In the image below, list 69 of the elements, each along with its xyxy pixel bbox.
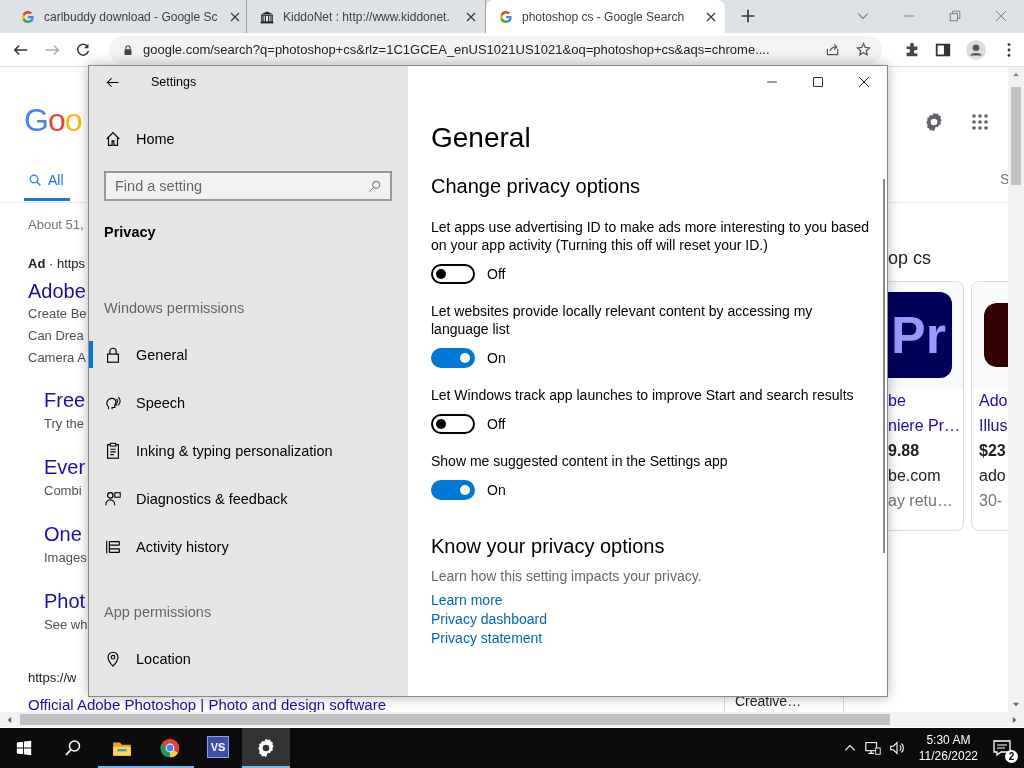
result-count: About 51, (28, 216, 84, 234)
sitelink-description: Images (44, 549, 87, 567)
product-title-link[interactable]: Ado (972, 388, 1008, 413)
sidebar-item[interactable]: Inking & typing personalization (89, 427, 408, 475)
sidebar-item[interactable]: Diagnostics & feedback (89, 475, 408, 523)
tab-title: carlbuddy download - Google Sc (44, 9, 218, 24)
section-title: op cs (888, 247, 933, 269)
tab-title: KiddoNet : http://www.kiddonet. (283, 9, 451, 24)
sitelink[interactable]: Phot (44, 589, 86, 613)
sidebar-item[interactable]: General (89, 331, 408, 379)
notification-count: 2 (1005, 750, 1018, 763)
address-bar[interactable]: google.com/search?q=photoshop+cs&rlz=1C1GCEA_enUS1021US1021&oq=photoshop+cs&aqs=chrome.... (109, 35, 882, 64)
link[interactable]: Learn more (431, 591, 503, 610)
product-note: 30- (978, 491, 1004, 511)
ad-snippet: Can Drea (28, 327, 84, 345)
setting-description: Show me suggested content in the Settings app (431, 452, 729, 470)
ad-snippet: Camera A (28, 349, 86, 367)
all-tab[interactable]: All (24, 172, 70, 201)
tab-title: photoshop cs - Google Search (522, 9, 686, 24)
link[interactable]: Privacy statement (431, 629, 543, 648)
product-price: 9.88 (888, 441, 921, 461)
toggle-state: Off (487, 416, 506, 432)
toggle-state: On (487, 350, 506, 366)
url-text: google.com/search?q=photoshop+cs&rlz=1C1GCEA_enUS1021US1021&oq=photoshop+cs&aqs=chrome.... (143, 42, 771, 57)
toggle-state: On (487, 482, 506, 498)
result-url: https://w (28, 669, 77, 687)
sitelink[interactable]: Ever (44, 455, 86, 479)
product-title-link[interactable]: be (888, 388, 963, 413)
ad-snippet: Create Be (28, 305, 87, 323)
product-card[interactable]: Pr be niere Pr… 9.88 be.com ay retu… (888, 281, 964, 531)
page-heading: General (431, 121, 532, 155)
setting-description: Let apps use advertising ID to make ads more interesting to you based on your app activity (Turning this off will reset your ID.) (431, 218, 871, 254)
setting-description: Let Windows track app launches to improve Start and search results (431, 386, 855, 404)
ad-title-link[interactable]: Adobe (28, 279, 86, 303)
tab-label[interactable]: S (1000, 171, 1008, 187)
clock-time[interactable]: 5:30 AM (918, 732, 978, 748)
sitelink-description: Try the (44, 415, 84, 433)
browser-tab[interactable]: photoshop cs - Google Search (486, 0, 725, 33)
ad-label: Ad · https (28, 255, 86, 273)
sidebar-item[interactable]: Activity history (89, 523, 408, 571)
group-label: Windows permissions (103, 299, 246, 318)
sidebar-item[interactable]: Location (89, 635, 408, 683)
home-item[interactable]: Home (89, 124, 408, 154)
sidebar-item[interactable]: Speech (89, 379, 408, 427)
sitelink[interactable]: Free (44, 388, 86, 412)
clock-date[interactable]: 11/26/2022 (918, 748, 978, 764)
product-source: be.com (888, 466, 942, 486)
link[interactable]: Privacy dashboard (431, 610, 547, 629)
sitelink[interactable]: One (44, 522, 82, 546)
taskbar-app[interactable]: VS (194, 728, 242, 768)
product-source: ado (978, 466, 1007, 486)
section-heading: Change privacy options (431, 174, 641, 199)
toggle-state: Off (487, 266, 506, 282)
search-field[interactable]: Find a setting (104, 171, 392, 201)
section-heading: Privacy (103, 223, 157, 242)
product-price: $23 (978, 441, 1007, 461)
window-title: Settings (151, 75, 197, 89)
product-title-link[interactable]: niere Pr… (888, 413, 963, 438)
setting-description: Let websites provide locally relevant content by accessing my language list (431, 302, 814, 338)
app-logo: VS (207, 736, 229, 758)
sitelink-description: Combi (44, 482, 82, 500)
group-label: App permissions (103, 603, 213, 622)
help-text: Learn how this setting impacts your privacy. (431, 567, 703, 586)
product-logo: Pr (888, 292, 952, 378)
section-heading: Know your privacy options (431, 534, 666, 559)
google-logo[interactable]: Goo (24, 102, 82, 138)
product-title-link[interactable]: Illus (972, 413, 1008, 438)
product-note: ay retu… (888, 491, 954, 511)
sitelink-description: See wh (44, 616, 88, 634)
